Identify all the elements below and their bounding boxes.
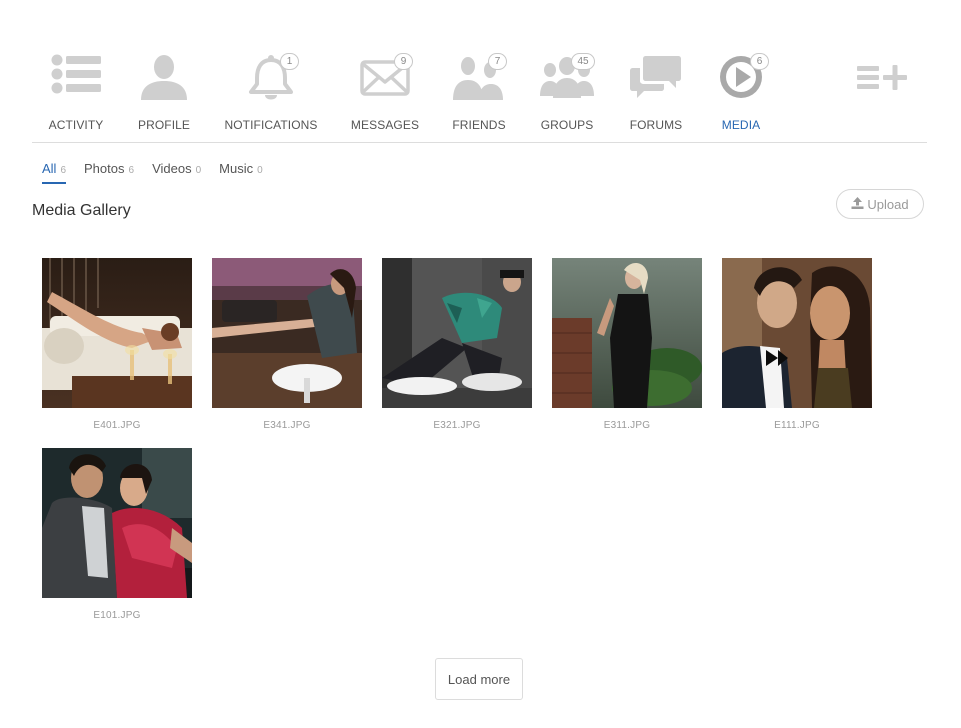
groups-badge: 45	[571, 53, 595, 70]
play-circle-icon: 6	[711, 53, 771, 110]
load-more-button[interactable]: Load more	[435, 658, 523, 700]
nav-item-profile[interactable]: PROFILE	[109, 48, 219, 132]
media-filename: E101.JPG	[93, 610, 141, 621]
tab-count: 6	[128, 165, 135, 176]
tab-label: Music	[219, 161, 254, 176]
upload-button[interactable]: Upload	[836, 189, 924, 219]
nav-label: MEDIA	[721, 118, 761, 132]
nav-item-media[interactable]: 6 MEDIA	[686, 48, 796, 132]
media-filename: E321.JPG	[433, 420, 481, 431]
group-icon: 45	[537, 53, 597, 110]
media-thumbnail[interactable]	[42, 448, 192, 598]
media-item[interactable]: E101.JPG	[42, 448, 192, 621]
tab-music[interactable]: Music 0	[219, 161, 263, 182]
gallery-title: Media Gallery	[32, 202, 131, 219]
friends-badge: 7	[488, 53, 507, 70]
media-filename: E111.JPG	[774, 420, 820, 431]
media-thumbnail[interactable]	[722, 258, 872, 408]
upload-label: Upload	[867, 196, 909, 212]
media-thumbnail[interactable]	[212, 258, 362, 408]
media-item[interactable]: E321.JPG	[382, 258, 532, 431]
nav-label: PROFILE	[137, 118, 191, 132]
media-thumbnail[interactable]	[42, 258, 192, 408]
media-filename: E311.JPG	[603, 420, 651, 431]
media-item[interactable]: E111.JPG	[722, 258, 872, 431]
tab-label: Videos	[152, 161, 192, 176]
media-item[interactable]: E311.JPG	[552, 258, 702, 431]
tab-videos[interactable]: Videos 0	[152, 161, 201, 182]
list-icon	[46, 54, 106, 110]
envelope-icon: 9	[355, 53, 415, 110]
media-thumbnail[interactable]	[382, 258, 532, 408]
media-filename: E401.JPG	[93, 420, 141, 431]
media-filename: E341.JPG	[263, 420, 311, 431]
tab-label: All	[42, 161, 57, 176]
media-item[interactable]: E341.JPG	[212, 258, 362, 431]
tab-count: 0	[257, 165, 263, 176]
nav-item-notifications[interactable]: 1 NOTIFICATIONS	[216, 48, 326, 132]
chat-bubbles-icon	[626, 54, 686, 110]
media-filter-tabs: All 6 Photos 6 Videos 0 Music 0	[42, 160, 281, 186]
nav-label: NOTIFICATIONS	[224, 118, 318, 132]
tab-count: 6	[60, 165, 67, 176]
user-icon	[134, 54, 194, 110]
tab-count: 0	[195, 165, 202, 176]
tab-photos[interactable]: Photos 6	[84, 161, 134, 182]
bell-icon: 1	[241, 53, 301, 110]
tab-all[interactable]: All 6	[42, 161, 67, 184]
tab-label: Photos	[84, 161, 125, 176]
media-item[interactable]: E401.JPG	[42, 258, 192, 431]
main-nav: ACTIVITY PROFILE 1 NOTIFICATIONS 9 MESSA…	[32, 48, 927, 143]
media-badge: 6	[750, 53, 769, 70]
list-add-icon	[857, 65, 907, 96]
add-widget-button[interactable]	[857, 62, 907, 97]
media-thumbnail[interactable]	[552, 258, 702, 408]
friends-icon: 7	[449, 53, 509, 110]
notifications-badge: 1	[280, 53, 299, 70]
upload-icon	[851, 196, 864, 212]
messages-badge: 9	[394, 53, 413, 70]
